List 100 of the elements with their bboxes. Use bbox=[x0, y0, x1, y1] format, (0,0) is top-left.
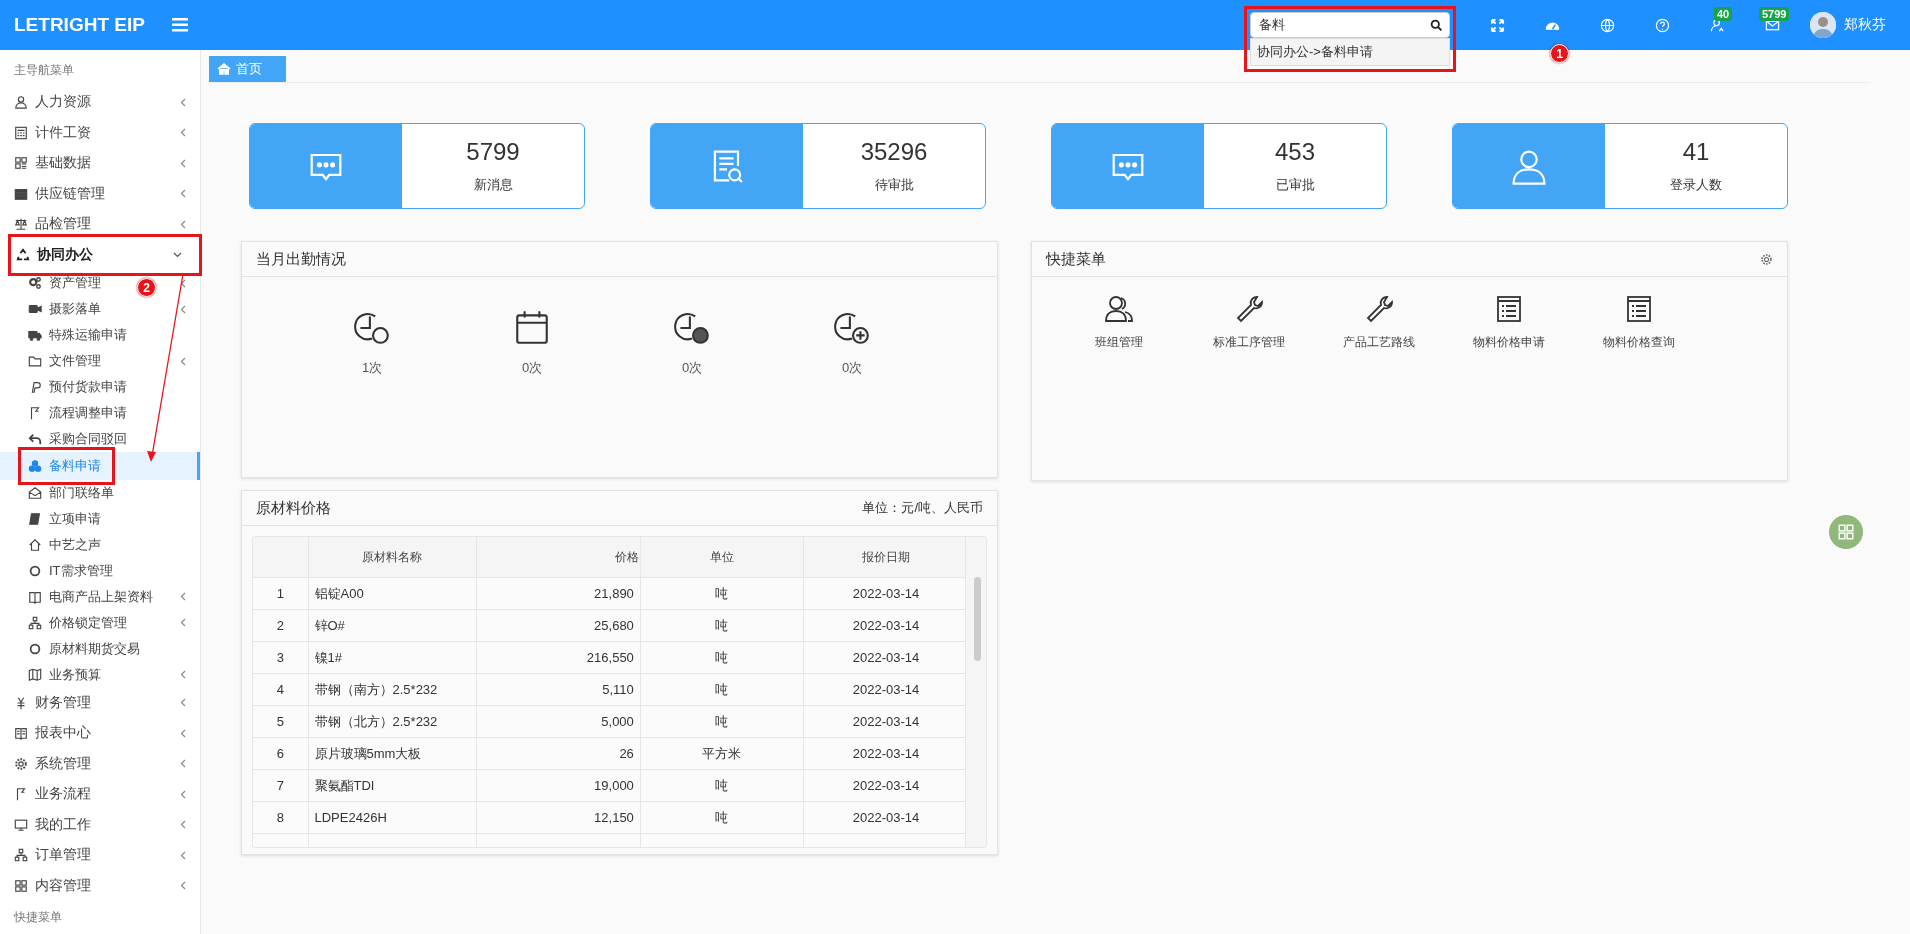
search-suggestion[interactable]: 协同办公->备料申请 bbox=[1250, 38, 1450, 66]
cubes-icon bbox=[28, 458, 42, 473]
attendance-count: 0次 bbox=[841, 359, 863, 377]
row-number: 7 bbox=[253, 769, 308, 802]
sidebar-item[interactable]: 品检管理 bbox=[0, 209, 200, 240]
table-cell: 吨 bbox=[640, 705, 804, 738]
table-cell: 吨 bbox=[640, 641, 804, 674]
sidebar-item[interactable]: 业务流程 bbox=[0, 779, 200, 810]
row-number: 2 bbox=[253, 609, 308, 642]
attendance-count: 1次 bbox=[361, 359, 383, 377]
row-number: 8 bbox=[253, 801, 308, 834]
sidebar-item[interactable]: 基础数据 bbox=[0, 148, 200, 179]
sidebar-item[interactable]: 供应链管理 bbox=[0, 178, 200, 209]
table-cell: 带钢（北方）2.5*232 bbox=[308, 705, 477, 738]
quick-menu-item[interactable]: 班组管理 bbox=[1054, 277, 1184, 480]
sidebar-item[interactable]: 人力资源 bbox=[0, 87, 200, 118]
sidebar-item[interactable]: 价格锁定管理 bbox=[0, 609, 141, 636]
search-input[interactable]: 备料 bbox=[1257, 16, 1430, 34]
sidebar-item[interactable]: 订单管理 bbox=[0, 840, 200, 871]
column-header: 价格 bbox=[476, 537, 641, 578]
home-icon bbox=[217, 62, 231, 76]
section-title: 主导航菜单 bbox=[13, 62, 75, 79]
sidebar-item[interactable]: 内容管理 bbox=[0, 870, 200, 902]
scrollbar[interactable] bbox=[965, 537, 986, 847]
sidebar-item[interactable]: 资产管理 bbox=[0, 270, 115, 296]
sidebar-item[interactable]: 流程调整申请 bbox=[0, 400, 141, 426]
expand-icon bbox=[1490, 17, 1505, 33]
stat-label: 登录人数 bbox=[1670, 176, 1722, 194]
book-icon bbox=[14, 726, 28, 741]
table-cell: 吨 bbox=[640, 801, 804, 834]
grid-icon bbox=[1837, 523, 1855, 541]
sidebar-item[interactable]: 部门联络单 bbox=[0, 479, 128, 506]
attendance-count: 0次 bbox=[681, 359, 703, 377]
users-icon bbox=[1103, 293, 1135, 325]
quick-menu-item[interactable]: 标准工序管理 bbox=[1184, 277, 1314, 480]
grid-icon bbox=[14, 878, 28, 893]
circle-icon bbox=[28, 563, 42, 578]
chevron-left-icon bbox=[180, 618, 186, 628]
unit-note: 单位：元/吨、人民币 bbox=[862, 499, 983, 517]
quick-menu-item[interactable]: 产品工艺路线 bbox=[1314, 277, 1444, 480]
notification-badge: 5799 bbox=[1759, 6, 1790, 21]
map-icon bbox=[28, 667, 42, 682]
sidebar-item[interactable]: 文件管理 bbox=[0, 348, 115, 374]
sidebar-item[interactable]: 我的工作 bbox=[0, 809, 200, 841]
row-number: 5 bbox=[253, 705, 308, 738]
sidebar-item[interactable]: 采购合同驳回 bbox=[0, 426, 141, 452]
calculator-icon bbox=[14, 125, 28, 140]
sitemap-icon bbox=[28, 615, 42, 630]
table-cell: 5,000 bbox=[476, 705, 641, 738]
stat-value: 453 bbox=[1274, 138, 1315, 166]
sidebar-item[interactable]: 协同办公 bbox=[14, 239, 196, 270]
sidebar-item[interactable]: 报表中心 bbox=[0, 718, 200, 749]
sidebar-item[interactable]: 立项申请 bbox=[0, 505, 115, 532]
table-cell: 原片玻璃5mm大板 bbox=[308, 737, 477, 770]
sitemap-icon bbox=[14, 848, 28, 863]
sidebar-item[interactable]: 业务预算 bbox=[0, 661, 115, 688]
app-logo: LETRIGHT EIP bbox=[13, 14, 146, 36]
sidebar-item[interactable]: 原材料期货交易 bbox=[0, 635, 154, 662]
truck-icon bbox=[28, 328, 42, 342]
sidebar-item[interactable]: 特殊运输申请 bbox=[0, 322, 141, 348]
book-icon bbox=[28, 589, 42, 604]
stat-value: 35296 bbox=[860, 138, 928, 166]
table-cell: 平方米 bbox=[640, 737, 804, 770]
chevron-left-icon bbox=[180, 278, 186, 288]
flag-icon bbox=[28, 406, 42, 420]
table-cell: 铝锭A00 bbox=[308, 577, 477, 610]
notification-badge: 40 bbox=[1714, 6, 1733, 21]
quick-menu-item[interactable]: 物料价格申请 bbox=[1444, 277, 1574, 480]
search-field[interactable]: 备料 bbox=[1250, 12, 1450, 38]
menu-icon[interactable] bbox=[172, 18, 188, 32]
sidebar-item[interactable]: 系统管理 bbox=[0, 748, 200, 780]
table-cell: 19,000 bbox=[476, 769, 641, 802]
gear-icon bbox=[14, 756, 28, 771]
table-cell: 21,890 bbox=[476, 577, 641, 610]
table-cell: 镍1# bbox=[308, 641, 477, 674]
sidebar-item[interactable]: 预付货款申请 bbox=[0, 374, 141, 400]
sidebar-item[interactable]: IT需求管理 bbox=[0, 557, 127, 584]
table-cell: 12,150 bbox=[476, 801, 641, 834]
table-cell: 5,110 bbox=[476, 673, 641, 706]
gears-icon bbox=[28, 276, 42, 290]
table-cell: 吨 bbox=[640, 609, 804, 642]
table-cell: 吨 bbox=[640, 577, 804, 610]
stat-value: 41 bbox=[1682, 138, 1710, 166]
column-header: 单位 bbox=[640, 537, 804, 578]
stat-value: 5799 bbox=[466, 138, 520, 166]
panel-title: 快捷菜单 bbox=[1046, 249, 1106, 269]
sidebar-item[interactable]: 电商产品上架资料 bbox=[0, 583, 167, 610]
chevron-left-icon bbox=[180, 304, 186, 314]
folder-icon bbox=[28, 354, 42, 368]
envelope-open-icon bbox=[28, 485, 42, 500]
sidebar-item[interactable]: 计件工资 bbox=[0, 117, 200, 148]
video-camera-icon bbox=[28, 302, 42, 316]
sidebar-item[interactable]: 摄影落单 bbox=[0, 296, 115, 322]
apps-button[interactable] bbox=[1829, 515, 1863, 549]
grid-icon bbox=[14, 156, 28, 171]
avatar[interactable] bbox=[1810, 12, 1836, 38]
sidebar-item[interactable]: 财务管理 bbox=[0, 687, 200, 719]
sidebar-item[interactable]: 中艺之声 bbox=[0, 531, 115, 558]
flag-icon bbox=[14, 787, 28, 802]
quick-menu-item[interactable]: 物料价格查询 bbox=[1574, 277, 1704, 480]
